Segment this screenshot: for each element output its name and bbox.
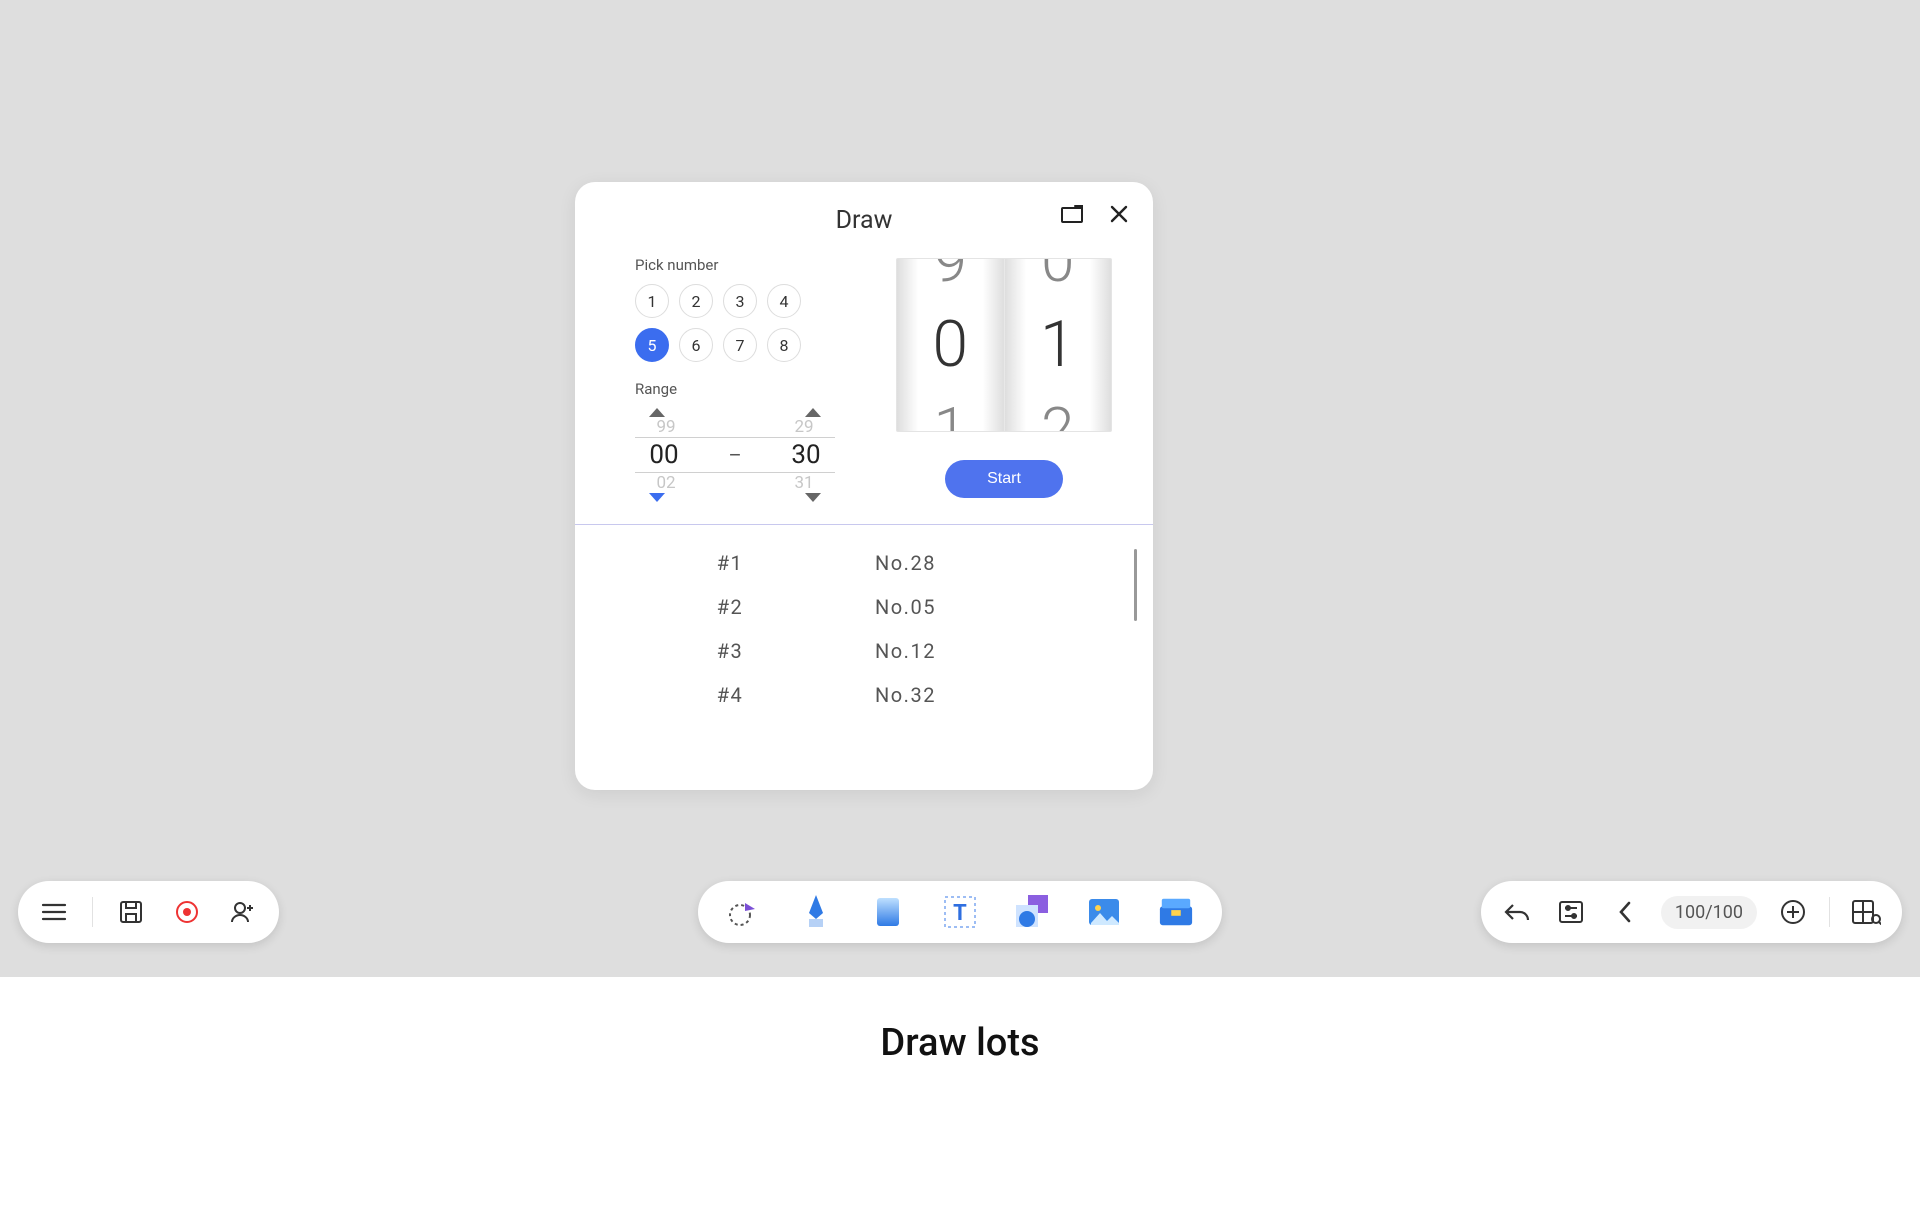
svg-text:T: T bbox=[953, 901, 967, 926]
start-button[interactable]: Start bbox=[945, 460, 1063, 498]
range-from-down-icon[interactable] bbox=[649, 493, 665, 502]
pick-option-5[interactable]: 5 bbox=[635, 328, 669, 362]
result-rank: #4 bbox=[605, 683, 855, 707]
add-user-icon[interactable] bbox=[225, 894, 261, 930]
range-picker: 99 29 00 – 30 02 31 bbox=[635, 408, 835, 502]
pick-option-7[interactable]: 7 bbox=[723, 328, 757, 362]
toolbox-icon[interactable] bbox=[1158, 894, 1194, 930]
pick-number-label: Pick number bbox=[635, 256, 885, 274]
settings-slider-icon[interactable] bbox=[1553, 894, 1589, 930]
sticky-note-icon[interactable] bbox=[1014, 894, 1050, 930]
add-page-icon[interactable] bbox=[1775, 894, 1811, 930]
range-from-prev: 99 bbox=[643, 417, 689, 437]
result-row: #2No.05 bbox=[605, 585, 1123, 629]
draw-panel: Draw Pick number 12345678 Range bbox=[575, 182, 1153, 790]
range-separator: – bbox=[728, 443, 741, 467]
pick-option-4[interactable]: 4 bbox=[767, 284, 801, 318]
whiteboard-canvas[interactable]: Draw Pick number 12345678 Range bbox=[0, 0, 1920, 977]
range-to-prev: 29 bbox=[781, 417, 827, 437]
popout-icon[interactable] bbox=[1061, 205, 1083, 223]
pick-option-2[interactable]: 2 bbox=[679, 284, 713, 318]
slot-right-center: 1 bbox=[1040, 316, 1076, 375]
caption-text: Draw lots bbox=[0, 1021, 1920, 1065]
slot-display: 9 0 1 0 1 2 bbox=[896, 258, 1112, 432]
toolbar-left bbox=[18, 881, 279, 943]
slot-right-above: 0 bbox=[1041, 258, 1074, 288]
lasso-icon[interactable] bbox=[726, 894, 762, 930]
record-icon[interactable] bbox=[169, 894, 205, 930]
slot-left-above: 9 bbox=[934, 258, 967, 288]
range-label: Range bbox=[635, 380, 885, 398]
image-icon[interactable] bbox=[1086, 894, 1122, 930]
menu-icon[interactable] bbox=[36, 894, 72, 930]
panel-title: Draw bbox=[836, 206, 893, 235]
range-to-down-icon[interactable] bbox=[805, 493, 821, 502]
pen-icon[interactable] bbox=[798, 894, 834, 930]
result-value: No.05 bbox=[855, 595, 1123, 619]
range-to-up-icon[interactable] bbox=[805, 408, 821, 417]
pick-option-8[interactable]: 8 bbox=[767, 328, 801, 362]
range-to-value[interactable]: 30 bbox=[783, 440, 829, 470]
result-rank: #1 bbox=[605, 551, 855, 575]
eraser-icon[interactable] bbox=[870, 894, 906, 930]
page-indicator[interactable]: 100/100 bbox=[1661, 896, 1757, 929]
range-from-next: 02 bbox=[643, 473, 689, 493]
slot-right-below: 2 bbox=[1041, 402, 1074, 432]
range-to-next: 31 bbox=[781, 473, 827, 493]
slot-left-center: 0 bbox=[933, 316, 969, 375]
pick-option-6[interactable]: 6 bbox=[679, 328, 713, 362]
panel-header: Draw bbox=[575, 190, 1153, 250]
result-rank: #2 bbox=[605, 595, 855, 619]
slot-left-below: 1 bbox=[934, 402, 967, 432]
range-from-value[interactable]: 00 bbox=[641, 440, 687, 470]
page-overview-icon[interactable] bbox=[1848, 894, 1884, 930]
slot-reel-right: 0 1 2 bbox=[1005, 259, 1112, 431]
result-row: #4No.32 bbox=[605, 673, 1123, 717]
result-row: #3No.12 bbox=[605, 629, 1123, 673]
prev-page-icon[interactable] bbox=[1607, 894, 1643, 930]
results-scrollbar[interactable] bbox=[1134, 549, 1137, 621]
result-row: #1No.28 bbox=[605, 541, 1123, 585]
result-value: No.12 bbox=[855, 639, 1123, 663]
result-rank: #3 bbox=[605, 639, 855, 663]
range-from-up-icon[interactable] bbox=[649, 408, 665, 417]
result-value: No.32 bbox=[855, 683, 1123, 707]
toolbar-center: T bbox=[698, 881, 1222, 943]
slot-reel-left: 9 0 1 bbox=[897, 259, 1005, 431]
result-value: No.28 bbox=[855, 551, 1123, 575]
pick-option-3[interactable]: 3 bbox=[723, 284, 757, 318]
close-icon[interactable] bbox=[1109, 204, 1129, 224]
save-icon[interactable] bbox=[113, 894, 149, 930]
pick-number-grid: 1234 5678 bbox=[635, 284, 835, 362]
undo-icon[interactable] bbox=[1499, 894, 1535, 930]
text-icon[interactable]: T bbox=[942, 894, 978, 930]
toolbar-right: 100/100 bbox=[1481, 881, 1902, 943]
results-list: #1No.28#2No.05#3No.12#4No.32 bbox=[575, 525, 1153, 790]
divider bbox=[1829, 897, 1830, 927]
pick-option-1[interactable]: 1 bbox=[635, 284, 669, 318]
divider bbox=[92, 897, 93, 927]
